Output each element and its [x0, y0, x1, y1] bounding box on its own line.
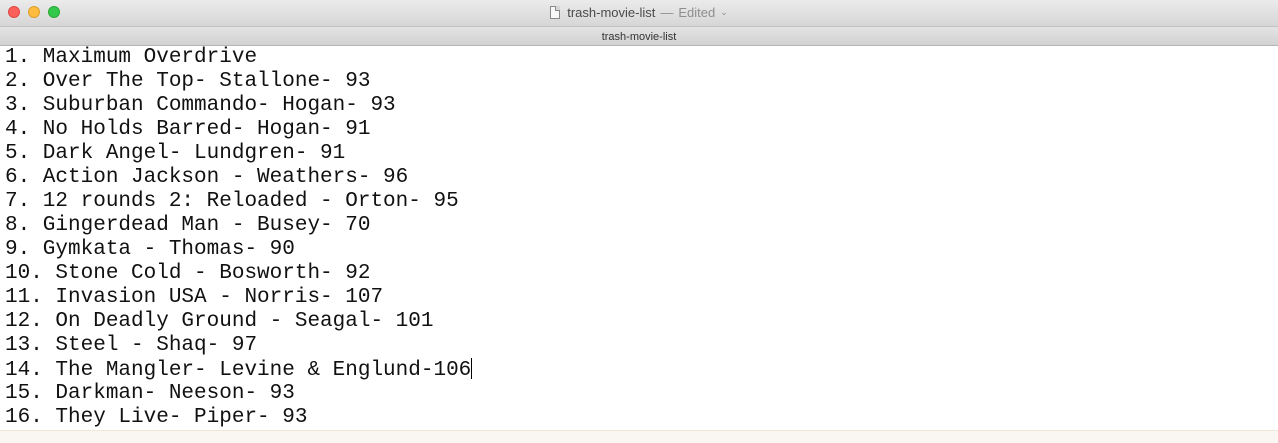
text-line[interactable]: 10. Stone Cold - Bosworth- 92 — [5, 262, 1278, 286]
tab-trash-movie-list[interactable]: trash-movie-list — [602, 31, 677, 43]
text-line-active[interactable]: 14. The Mangler- Levine & Englund-106 — [5, 358, 1278, 382]
title-separator: — — [660, 5, 674, 20]
text-line[interactable]: 9. Gymkata - Thomas- 90 — [5, 238, 1278, 262]
text-line[interactable]: 8. Gingerdead Man - Busey- 70 — [5, 214, 1278, 238]
text-line[interactable]: 11. Invasion USA - Norris- 107 — [5, 286, 1278, 310]
text-line[interactable]: 1. Maximum Overdrive — [5, 46, 1278, 70]
text-line[interactable]: 12. On Deadly Ground - Seagal- 101 — [5, 310, 1278, 334]
window-title: trash-movie-list — [567, 5, 656, 20]
text-line[interactable]: 4. No Holds Barred- Hogan- 91 — [5, 118, 1278, 142]
text-line[interactable]: 15. Darkman- Neeson- 93 — [5, 382, 1278, 406]
document-icon — [550, 6, 561, 19]
edited-status: Edited — [678, 5, 716, 20]
chevron-down-icon[interactable]: ⌄ — [720, 7, 728, 18]
text-line[interactable]: 16. They Live- Piper- 93 — [5, 406, 1278, 430]
text-line[interactable]: 13. Steel - Shaq- 97 — [5, 334, 1278, 358]
document-lines: 1. Maximum Overdrive 2. Over The Top- St… — [0, 46, 1278, 430]
tab-bar: trash-movie-list — [0, 26, 1278, 46]
bottom-edge — [0, 430, 1278, 443]
text-editor[interactable]: 1. Maximum Overdrive 2. Over The Top- St… — [0, 46, 1278, 430]
text-line[interactable]: 6. Action Jackson - Weathers- 96 — [5, 166, 1278, 190]
text-cursor — [471, 358, 473, 379]
text-line[interactable]: 5. Dark Angel- Lundgren- 91 — [5, 142, 1278, 166]
text-line[interactable]: 3. Suburban Commando- Hogan- 93 — [5, 94, 1278, 118]
textedit-window: trash-movie-list — Edited ⌄ trash-movie-… — [0, 0, 1278, 443]
text-line[interactable]: 7. 12 rounds 2: Reloaded - Orton- 95 — [5, 190, 1278, 214]
window-title-group[interactable]: trash-movie-list — Edited ⌄ — [0, 5, 1278, 20]
text-line[interactable]: 2. Over The Top- Stallone- 93 — [5, 70, 1278, 94]
title-bar[interactable]: trash-movie-list — Edited ⌄ — [0, 0, 1278, 26]
